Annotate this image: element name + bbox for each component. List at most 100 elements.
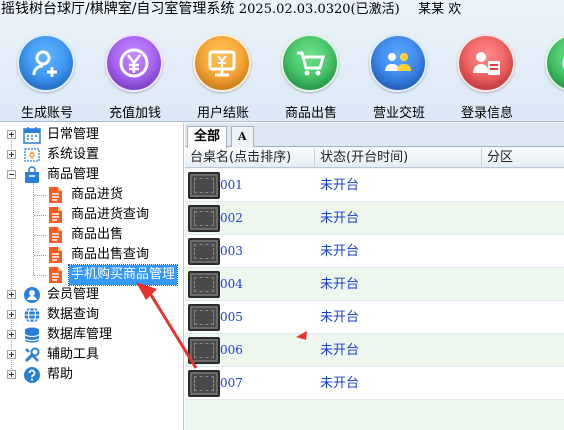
tab-all[interactable]: 全部 xyxy=(187,126,228,148)
tree-guide-line xyxy=(34,235,46,236)
app-title: 摇钱树台球厅/棋牌室/自习室管理系统 xyxy=(1,1,235,17)
document-icon xyxy=(46,226,64,244)
table-name: 004 xyxy=(220,277,243,291)
tree-item-goods-purchase[interactable]: 商品进货 xyxy=(0,185,184,205)
tree-guide-line xyxy=(34,195,46,196)
tree-item-label: 系统设置 xyxy=(47,147,100,162)
table-row[interactable]: 001 未开台 xyxy=(185,169,564,202)
calendar-icon xyxy=(23,126,41,144)
table-row-empty xyxy=(185,400,564,430)
tree-item-goods-management[interactable]: 商品管理 xyxy=(0,165,184,185)
table-row[interactable]: 002 未开台 xyxy=(185,202,564,235)
table-status: 未开台 xyxy=(320,211,360,226)
window-title: 摇钱树台球厅/棋牌室/自习室管理系统 2025.02.03.0320(已激活) … xyxy=(1,0,461,20)
table-row[interactable]: 003 未开台 xyxy=(185,235,564,268)
table-status: 未开台 xyxy=(320,277,360,292)
globe-icon xyxy=(23,306,41,324)
toolbar-button-create-account[interactable]: 生成账号 xyxy=(7,34,87,121)
table-name: 005 xyxy=(220,310,243,324)
toolbar-label: 登录信息 xyxy=(460,106,513,121)
table-status: 未开台 xyxy=(320,376,360,391)
billiard-table-icon xyxy=(188,337,220,364)
toolbar-button-recharge[interactable]: 充值加钱 xyxy=(95,34,175,121)
column-header-status[interactable]: 状态(开台时间) xyxy=(315,148,482,168)
column-header-table-name[interactable]: 台桌名(点击排序) xyxy=(185,148,315,168)
tree-item-label: 商品进货查询 xyxy=(71,207,150,222)
expand-icon[interactable] xyxy=(7,330,16,339)
expand-icon[interactable] xyxy=(7,130,16,139)
tree-item-database-management[interactable]: 数据库管理 xyxy=(0,325,184,345)
toolbar-button-login-info[interactable]: 登录信息 xyxy=(447,34,527,121)
billiard-table-icon xyxy=(188,304,220,331)
tree-item-system-settings[interactable]: 系统设置 xyxy=(0,145,184,165)
toolbar-button-shift-handover[interactable]: 营业交班 xyxy=(359,34,439,121)
billiard-table-icon xyxy=(188,172,220,199)
expand-icon[interactable] xyxy=(7,350,16,359)
tree-item-label: 帮助 xyxy=(47,367,74,382)
column-header-zone[interactable]: 分区 xyxy=(482,148,564,168)
table-status: 未开台 xyxy=(320,343,360,358)
tree-item-auxiliary-tools[interactable]: 辅助工具 xyxy=(0,345,184,365)
tree-item-help[interactable]: 帮助 xyxy=(0,365,184,385)
shopping-cart-icon xyxy=(281,34,339,92)
tree-item-label: 商品出售 xyxy=(71,227,124,242)
expand-icon[interactable] xyxy=(7,370,16,379)
table-name: 006 xyxy=(220,343,243,357)
expand-icon[interactable] xyxy=(7,150,16,159)
document-icon xyxy=(46,266,64,284)
document-icon xyxy=(46,186,64,204)
table-row[interactable]: 005 未开台 xyxy=(185,301,564,334)
table-status: 未开台 xyxy=(320,310,360,325)
member-icon xyxy=(23,286,41,304)
table-grid-panel: 全部 A 台桌名(点击排序) 状态(开台时间) 分区 001 未开台 002 未… xyxy=(185,123,564,430)
billiard-table-icon xyxy=(188,271,220,298)
app-header: 摇钱树台球厅/棋牌室/自习室管理系统 2025.02.03.0320(已激活) … xyxy=(0,0,564,122)
tree-item-daily[interactable]: 日常管理 xyxy=(0,125,184,145)
tree-item-label: 商品管理 xyxy=(47,167,100,182)
tree-guide-line xyxy=(34,275,46,276)
billiard-table-icon xyxy=(188,370,220,397)
table-row[interactable]: 007 未开台 xyxy=(185,367,564,400)
cash-register-icon xyxy=(193,34,251,92)
tree-item-label: 商品进货 xyxy=(71,187,124,202)
billiard-table-icon xyxy=(188,205,220,232)
expand-icon[interactable] xyxy=(7,310,16,319)
billiard-table-icon xyxy=(188,238,220,265)
toolbar-label: 商品出售 xyxy=(284,106,337,121)
login-card-icon xyxy=(457,34,515,92)
table-status: 未开台 xyxy=(320,244,360,259)
tree-item-data-query[interactable]: 数据查询 xyxy=(0,305,184,325)
add-user-icon xyxy=(17,34,75,92)
toolbar-button-sell-goods[interactable]: 商品出售 xyxy=(271,34,351,121)
tree-guide-line xyxy=(34,215,46,216)
tree-item-goods-purchase-query[interactable]: 商品进货查询 xyxy=(0,205,184,225)
table-name: 001 xyxy=(220,178,243,192)
yen-coin-icon xyxy=(105,34,163,92)
tab-a[interactable]: A xyxy=(231,126,254,147)
tree-item-label: 商品出售查询 xyxy=(71,247,150,262)
toolbar-label: 用户结账 xyxy=(196,106,249,121)
version-label: 2025.02.03.0320(已激活) xyxy=(238,2,400,17)
table-row[interactable]: 006 未开台 xyxy=(185,334,564,367)
collapse-icon[interactable] xyxy=(7,170,16,179)
tree-item-goods-sale[interactable]: 商品出售 xyxy=(0,225,184,245)
expand-icon[interactable] xyxy=(7,290,16,299)
table-row[interactable]: 004 未开台 xyxy=(185,268,564,301)
toolbar-label: 生成账号 xyxy=(20,106,73,121)
tree-item-mobile-purchase[interactable]: 手机购买商品管理 xyxy=(0,264,184,286)
database-icon xyxy=(23,326,41,344)
table-status: 未开台 xyxy=(320,178,360,193)
shift-handover-icon xyxy=(369,34,427,92)
tree-item-member-management[interactable]: 会员管理 xyxy=(0,285,184,305)
shopping-bag-icon xyxy=(23,166,41,184)
tree-item-goods-sale-query[interactable]: 商品出售查询 xyxy=(0,245,184,265)
tools-icon xyxy=(23,346,41,364)
tree-item-label: 会员管理 xyxy=(47,287,100,302)
tree-item-label: 手机购买商品管理 xyxy=(67,264,179,286)
table-name: 002 xyxy=(220,211,243,225)
toolbar-button-refresh[interactable]: 刷 xyxy=(535,34,564,120)
help-icon xyxy=(23,366,41,384)
toolbar-button-checkout[interactable]: 用户结账 xyxy=(183,34,263,121)
navigation-tree: 日常管理 系统设置 商品管理 商品进货 商品进货查询 商品出售 商品出售查询 手… xyxy=(0,123,184,430)
tree-item-label: 辅助工具 xyxy=(47,347,100,362)
